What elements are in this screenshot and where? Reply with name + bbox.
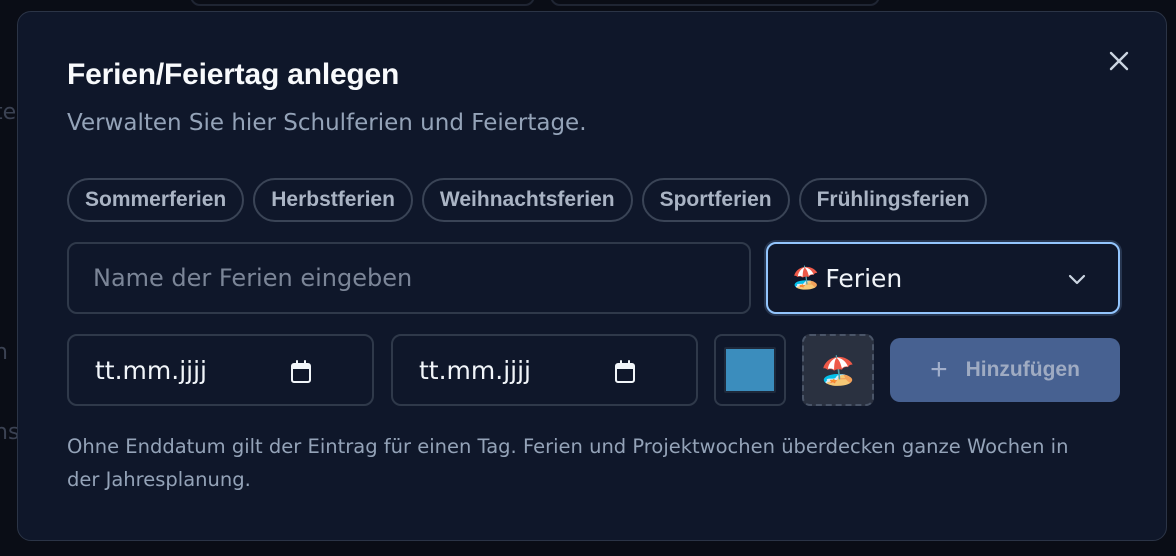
dialog-title: Ferien/Feiertag anlegen: [67, 58, 400, 91]
start-date-placeholder: tt.mm.jjjj: [95, 355, 207, 385]
end-date-placeholder: tt.mm.jjjj: [419, 355, 531, 385]
background-text: te: [0, 100, 17, 125]
background-element: [550, 0, 880, 6]
preset-chip-fruehlingsferien[interactable]: Frühlingsferien: [798, 178, 988, 222]
calendar-icon: [615, 360, 635, 383]
preset-chip-sportferien[interactable]: Sportferien: [641, 178, 790, 222]
dialog-subtitle: Verwalten Sie hier Schulferien und Feier…: [67, 110, 587, 136]
add-button-label: Hinzufügen: [965, 358, 1080, 381]
beach-umbrella-icon: 🏖️: [792, 265, 820, 291]
preset-chip-herbstferien[interactable]: Herbstferien: [253, 178, 413, 222]
end-date-input[interactable]: tt.mm.jjjj: [391, 334, 698, 406]
color-picker[interactable]: [714, 334, 786, 406]
start-date-input[interactable]: tt.mm.jjjj: [67, 334, 374, 406]
preset-chip-sommerferien[interactable]: Sommerferien: [67, 178, 245, 222]
calendar-icon: [291, 360, 311, 383]
help-text: Ohne Enddatum gilt der Eintrag für einen…: [67, 435, 1069, 491]
close-icon: [1109, 51, 1129, 71]
emoji-picker-button[interactable]: 🏖️: [802, 334, 874, 406]
type-select[interactable]: 🏖️ Ferien: [766, 242, 1120, 314]
preset-chips: Sommerferien Herbstferien Weihnachtsferi…: [67, 178, 988, 222]
add-button[interactable]: + Hinzufügen: [890, 338, 1120, 402]
beach-umbrella-icon: 🏖️: [820, 353, 856, 387]
type-select-label: Ferien: [825, 263, 903, 293]
background-text: n: [0, 340, 8, 365]
background-element: [190, 0, 535, 6]
color-swatch: [724, 347, 776, 393]
close-button[interactable]: [1106, 48, 1132, 74]
preset-chip-weihnachtsferien[interactable]: Weihnachtsferien: [421, 178, 633, 222]
holiday-name-input[interactable]: [67, 242, 751, 314]
plus-icon: +: [930, 353, 948, 386]
holiday-dialog: Ferien/Feiertag anlegen Verwalten Sie hi…: [17, 11, 1167, 541]
chevron-down-icon: [1068, 274, 1086, 285]
type-select-value: 🏖️ Ferien: [792, 264, 902, 293]
